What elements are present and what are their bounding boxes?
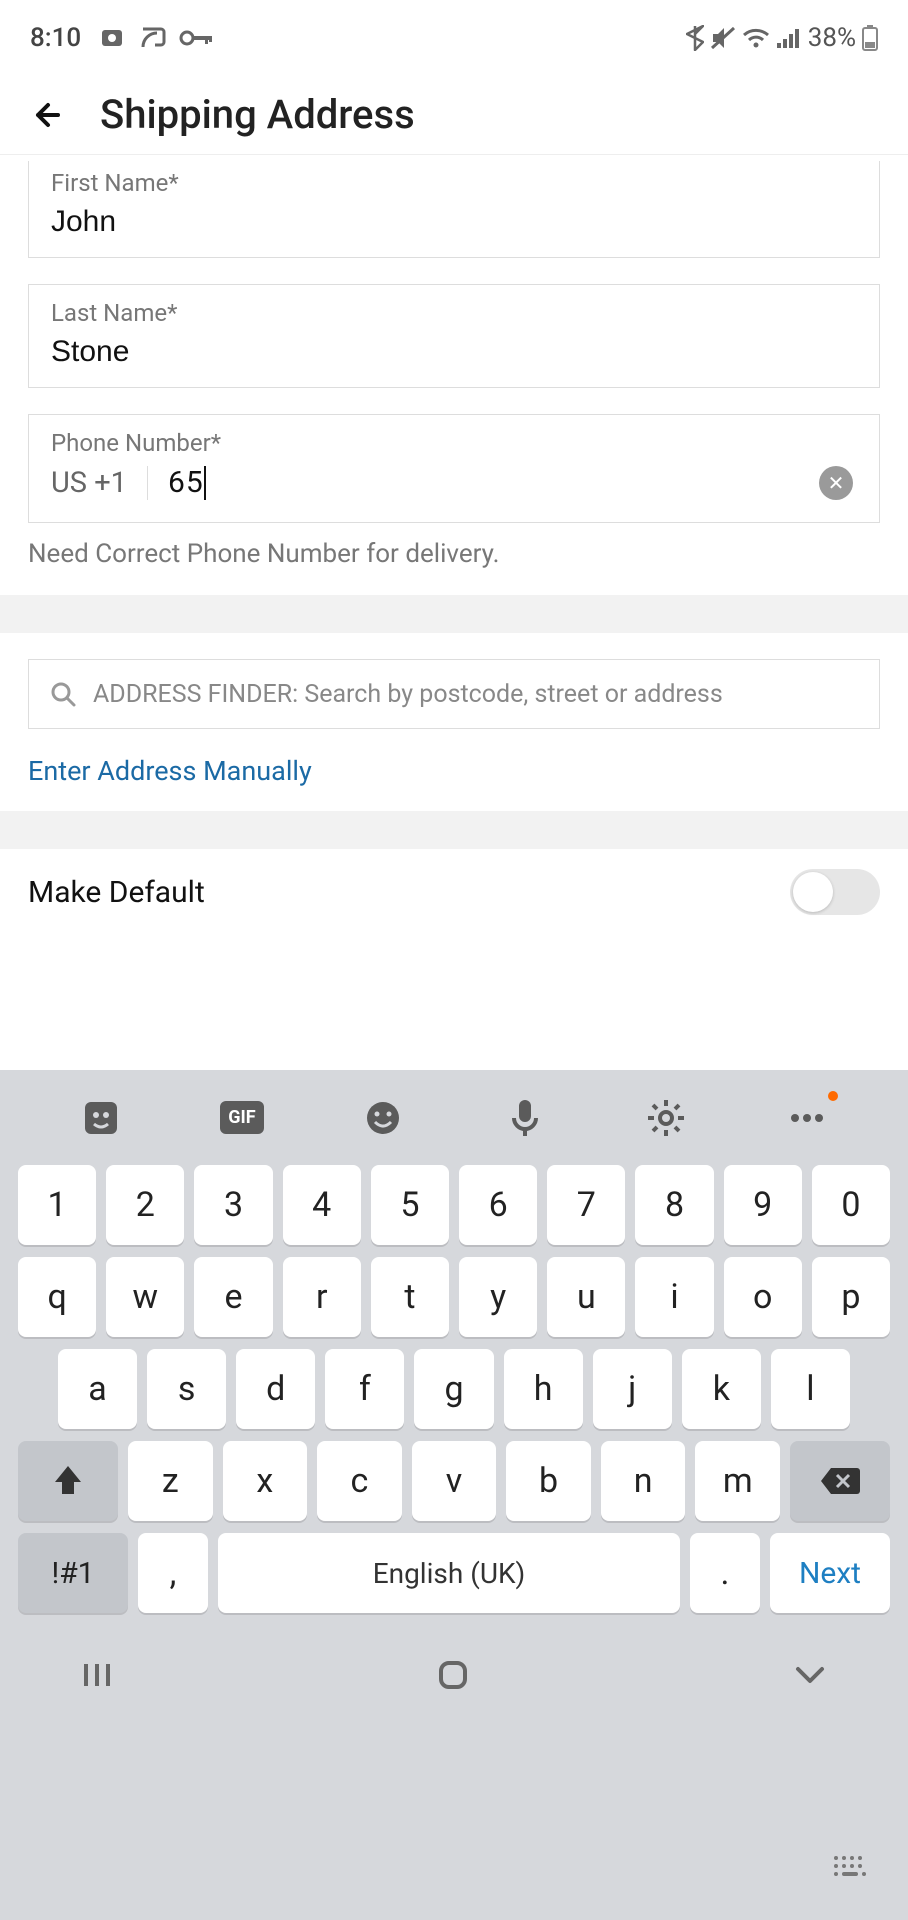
- key-j[interactable]: j: [593, 1349, 672, 1429]
- phone-input[interactable]: 65: [168, 465, 204, 500]
- key-r[interactable]: r: [283, 1257, 361, 1337]
- make-default-label: Make Default: [28, 875, 205, 910]
- key-h[interactable]: h: [504, 1349, 583, 1429]
- android-navbar: [0, 1625, 908, 1725]
- wifi-icon: [742, 27, 770, 49]
- vpn-key-icon: [179, 29, 213, 47]
- keyboard-row-numbers: 1 2 3 4 5 6 7 8 9 0: [18, 1165, 890, 1245]
- keyboard-switch-icon[interactable]: [832, 1854, 868, 1880]
- key-7[interactable]: 7: [547, 1165, 625, 1245]
- keyboard-row-4: !#1 , English (UK) . Next: [18, 1533, 890, 1613]
- key-k[interactable]: k: [682, 1349, 761, 1429]
- key-z[interactable]: z: [128, 1441, 213, 1521]
- make-default-toggle[interactable]: [790, 869, 880, 915]
- text-caret: [204, 466, 206, 500]
- soft-keyboard: GIF 1 2 3 4 5 6 7 8 9 0 q w: [0, 1070, 908, 1920]
- section-divider: [0, 595, 908, 633]
- clear-phone-button[interactable]: ✕: [819, 466, 853, 500]
- keyboard-row-1: q w e r t y u i o p: [18, 1257, 890, 1337]
- keyboard-toolbar: GIF: [0, 1070, 908, 1165]
- key-y[interactable]: y: [459, 1257, 537, 1337]
- close-icon: ✕: [828, 473, 845, 493]
- key-u[interactable]: u: [547, 1257, 625, 1337]
- key-g[interactable]: g: [414, 1349, 493, 1429]
- keyboard-row-3: z x c v b n m: [18, 1441, 890, 1521]
- bluetooth-icon: [686, 25, 704, 51]
- mute-icon: [710, 26, 736, 50]
- last-name-label: Last Name*: [51, 299, 857, 327]
- last-name-input[interactable]: [51, 335, 857, 369]
- key-9[interactable]: 9: [724, 1165, 802, 1245]
- key-c[interactable]: c: [317, 1441, 402, 1521]
- key-8[interactable]: 8: [635, 1165, 713, 1245]
- key-i[interactable]: i: [635, 1257, 713, 1337]
- first-name-field[interactable]: First Name*: [28, 161, 880, 258]
- key-2[interactable]: 2: [106, 1165, 184, 1245]
- battery-icon: [862, 25, 878, 51]
- page-header: Shipping Address: [0, 75, 908, 155]
- address-finder-search[interactable]: ADDRESS FINDER: Search by postcode, stre…: [28, 659, 880, 729]
- section-divider: [0, 811, 908, 849]
- key-n[interactable]: n: [601, 1441, 686, 1521]
- phone-country-prefix[interactable]: US +1: [51, 466, 148, 500]
- key-backspace[interactable]: [790, 1441, 890, 1521]
- key-1[interactable]: 1: [18, 1165, 96, 1245]
- status-bar: 8:10 38%: [0, 0, 908, 75]
- key-o[interactable]: o: [724, 1257, 802, 1337]
- key-l[interactable]: l: [771, 1349, 850, 1429]
- key-t[interactable]: t: [371, 1257, 449, 1337]
- key-q[interactable]: q: [18, 1257, 96, 1337]
- camera-icon: [101, 27, 129, 49]
- key-p[interactable]: p: [812, 1257, 890, 1337]
- key-shift[interactable]: [18, 1441, 118, 1521]
- phone-helper-text: Need Correct Phone Number for delivery.: [28, 539, 880, 569]
- key-4[interactable]: 4: [283, 1165, 361, 1245]
- key-a[interactable]: a: [58, 1349, 137, 1429]
- gif-icon[interactable]: GIF: [217, 1093, 267, 1143]
- key-x[interactable]: x: [223, 1441, 308, 1521]
- key-m[interactable]: m: [695, 1441, 780, 1521]
- mic-icon[interactable]: [500, 1093, 550, 1143]
- key-5[interactable]: 5: [371, 1165, 449, 1245]
- key-period[interactable]: .: [690, 1533, 760, 1613]
- phone-field[interactable]: Phone Number* US +1 65 ✕: [28, 414, 880, 523]
- phone-label: Phone Number*: [51, 429, 857, 457]
- cast-icon: [141, 27, 167, 49]
- key-space[interactable]: English (UK): [218, 1533, 680, 1613]
- first-name-label: First Name*: [51, 169, 857, 197]
- key-comma[interactable]: ,: [138, 1533, 208, 1613]
- nav-home-icon[interactable]: [435, 1657, 471, 1693]
- battery-percentage: 38%: [808, 23, 856, 53]
- key-6[interactable]: 6: [459, 1165, 537, 1245]
- more-icon[interactable]: [782, 1093, 832, 1143]
- emoji-icon[interactable]: [358, 1093, 408, 1143]
- key-s[interactable]: s: [147, 1349, 226, 1429]
- key-symbols[interactable]: !#1: [18, 1533, 128, 1613]
- toggle-thumb: [793, 872, 833, 912]
- key-next[interactable]: Next: [770, 1533, 890, 1613]
- nav-back-icon[interactable]: [792, 1663, 828, 1687]
- key-e[interactable]: e: [194, 1257, 272, 1337]
- search-icon: [49, 680, 77, 708]
- key-b[interactable]: b: [506, 1441, 591, 1521]
- first-name-input[interactable]: [51, 205, 857, 239]
- signal-icon: [776, 27, 802, 49]
- nav-recent-icon[interactable]: [80, 1658, 114, 1692]
- key-v[interactable]: v: [412, 1441, 497, 1521]
- sticker-icon[interactable]: [76, 1093, 126, 1143]
- last-name-field[interactable]: Last Name*: [28, 284, 880, 388]
- key-3[interactable]: 3: [194, 1165, 272, 1245]
- page-title: Shipping Address: [100, 91, 415, 138]
- enter-address-manually-link[interactable]: Enter Address Manually: [28, 755, 880, 787]
- status-time: 8:10: [30, 23, 81, 53]
- key-w[interactable]: w: [106, 1257, 184, 1337]
- keyboard-row-2: a s d f g h j k l: [18, 1349, 890, 1429]
- back-arrow-icon[interactable]: [30, 95, 70, 135]
- key-d[interactable]: d: [236, 1349, 315, 1429]
- gear-icon[interactable]: [641, 1093, 691, 1143]
- key-f[interactable]: f: [325, 1349, 404, 1429]
- key-0[interactable]: 0: [812, 1165, 890, 1245]
- address-finder-placeholder: ADDRESS FINDER: Search by postcode, stre…: [93, 680, 859, 709]
